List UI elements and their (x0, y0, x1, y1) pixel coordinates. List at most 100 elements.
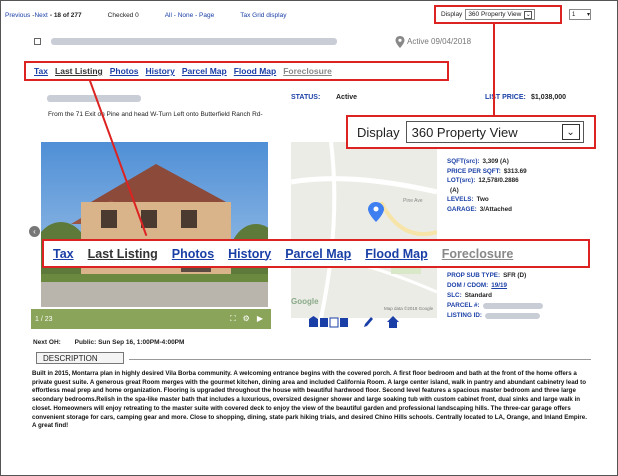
chevron-down-icon: ▾ (586, 12, 590, 18)
detail-value: $313.69 (503, 167, 527, 175)
detail-row: PRICE PER SQFT: $313.69 (447, 167, 597, 177)
detail-value: 12,578/0.2886 (478, 177, 519, 184)
building-icons[interactable] (309, 316, 349, 328)
detail-value: 3/Attached (479, 205, 512, 213)
parcel-redacted (482, 303, 543, 309)
display-dropdown-large[interactable]: 360 Property View ⌄ (405, 121, 584, 143)
detail-row: LEVELS: Two (447, 195, 597, 205)
detail-key: GARAGE: (447, 205, 477, 213)
tab-tax-small[interactable]: Tax (34, 66, 48, 76)
tab-photos-small[interactable]: Photos (110, 66, 139, 76)
description-tab[interactable]: DESCRIPTION (36, 352, 124, 364)
detail-key: SLC: (447, 292, 462, 299)
address-redacted (51, 38, 337, 45)
tab-flood-map-small[interactable]: Flood Map (234, 66, 277, 76)
play-icon[interactable]: ▶ (257, 314, 263, 324)
tab-flood-map[interactable]: Flood Map (365, 247, 428, 261)
photo-control-icons: ⛶ ⚙ ▶ (230, 314, 263, 324)
select-all-none-page[interactable]: All - None - Page (165, 12, 215, 19)
tab-foreclosure-small[interactable]: Foreclosure (283, 66, 332, 76)
tax-grid-display-link[interactable]: Tax Grid display (240, 12, 286, 19)
chevron-down-icon: ⌄ (524, 10, 533, 19)
display-label-small: Display (441, 11, 463, 18)
photo-controls: 1 / 23 ⛶ ⚙ ▶ (31, 309, 271, 329)
detail-value: SFR (D) (503, 272, 527, 279)
detail-row: PROP SUB TYPE: SFR (D) (447, 271, 597, 281)
map-road-label: Pine Ave (403, 198, 423, 204)
detail-key: SQFT(src): (447, 158, 480, 165)
home-icon[interactable] (387, 316, 399, 328)
tab-photos[interactable]: Photos (172, 247, 214, 261)
status-value: Active (336, 94, 358, 101)
tab-history[interactable]: History (228, 247, 271, 261)
detail-row: LOT(src): 12,578/0.2886 (447, 176, 597, 186)
detail-row: SLC: Standard (447, 291, 597, 301)
page-selector: 1 ▾ (569, 9, 591, 20)
next-link[interactable]: Next (34, 12, 47, 19)
tab-parcel-map[interactable]: Parcel Map (285, 247, 351, 261)
listing-checkbox[interactable] (34, 38, 41, 45)
detail-row: SQFT(src): 3,309 (A) (447, 157, 597, 167)
open-house: Next OH: Public: Sun Sep 16, 1:00PM-4:00… (33, 339, 184, 346)
detail-key: PARCEL #: (447, 302, 480, 309)
page-value: 1 (572, 11, 576, 18)
status-label: STATUS: (291, 94, 321, 101)
detail-key: DOM / CDOM: (447, 282, 489, 289)
pencil-icon[interactable] (363, 316, 373, 328)
display-label-large: Display (357, 124, 400, 140)
property-details-bottom: PROP SUB TYPE: SFR (D) DOM / CDOM: 19/19 S… (447, 271, 597, 321)
detail-row: (A) (447, 186, 597, 196)
active-date: Active 09/04/2018 (407, 37, 472, 46)
detail-row: LISTING ID: (447, 311, 597, 321)
dom-link[interactable]: 19/19 (491, 281, 507, 291)
tab-last-listing-small[interactable]: Last Listing (55, 66, 103, 76)
property-details-top: SQFT(src): 3,309 (A) PRICE PER SQFT: $313.… (447, 157, 597, 214)
display-select-large-highlight: Display 360 Property View ⌄ (346, 115, 596, 149)
tab-history-small[interactable]: History (146, 66, 175, 76)
list-price-value: $1,038,000 (531, 94, 567, 101)
detail-key: PROP SUB TYPE: (447, 272, 501, 279)
action-icons (309, 316, 399, 328)
detail-row: PARCEL #: (447, 301, 597, 311)
open-house-value: Public: Sun Sep 16, 1:00PM-4:00PM (74, 339, 185, 346)
tabs-small-highlight: Tax Last Listing Photos History Parcel M… (24, 61, 449, 81)
page-dropdown[interactable]: 1 ▾ (569, 9, 591, 20)
map-view[interactable]: Pine Ave (291, 142, 437, 318)
chevron-down-icon: ⌄ (561, 124, 580, 140)
location-pin-icon (395, 36, 405, 48)
photo-prev-arrow[interactable]: ‹ (29, 226, 40, 237)
photo-counter: 1 / 23 (35, 315, 53, 323)
detail-row: GARAGE: 3/Attached (447, 205, 597, 215)
display-dropdown-small[interactable]: 360 Property View ⌄ (465, 9, 536, 20)
tab-parcel-map-small[interactable]: Parcel Map (182, 66, 227, 76)
open-house-label: Next OH: (33, 339, 61, 346)
listing-page: Previous - Next - 18 of 277 Checked 0 Al… (0, 0, 618, 476)
tab-last-listing[interactable]: Last Listing (88, 247, 158, 261)
description-text: Built in 2015, Montarra plan in highly d… (32, 370, 587, 430)
detail-value: (A) (450, 186, 459, 194)
top-navigation: Previous - Next - 18 of 277 Checked 0 Al… (5, 8, 292, 22)
detail-key: LOT(src): (447, 177, 476, 184)
detail-value: 3,309 (A) (482, 158, 509, 165)
tab-foreclosure[interactable]: Foreclosure (442, 247, 514, 261)
display-select-small-highlight: Display 360 Property View ⌄ (434, 5, 562, 24)
previous-link[interactable]: Previous (5, 12, 30, 19)
detail-row: DOM / CDOM: 19/19 (447, 281, 597, 291)
checked-count: Checked 0 (107, 11, 139, 19)
listing-id-redacted (484, 313, 540, 319)
display-value-large: 360 Property View (411, 124, 518, 140)
detail-key: PRICE PER SQFT: (447, 167, 501, 175)
divider (129, 359, 591, 360)
connector-line-display (493, 24, 495, 116)
property-photo[interactable] (41, 142, 268, 307)
settings-icon[interactable]: ⚙ (243, 314, 250, 324)
tab-tax[interactable]: Tax (53, 247, 74, 261)
directions-text: From the 71 Exit on Pine and head W-Turn… (48, 111, 263, 118)
display-value-small: 360 Property View (468, 11, 522, 18)
fullscreen-icon[interactable]: ⛶ (230, 314, 236, 324)
map-data-credit: Map data ©2018 Google (384, 306, 434, 311)
tabs-large-highlight: Tax Last Listing Photos History Parcel M… (42, 239, 590, 268)
detail-value: Standard (464, 292, 492, 299)
google-logo: Google (291, 297, 319, 306)
list-price-label: LIST PRICE: (485, 94, 526, 101)
